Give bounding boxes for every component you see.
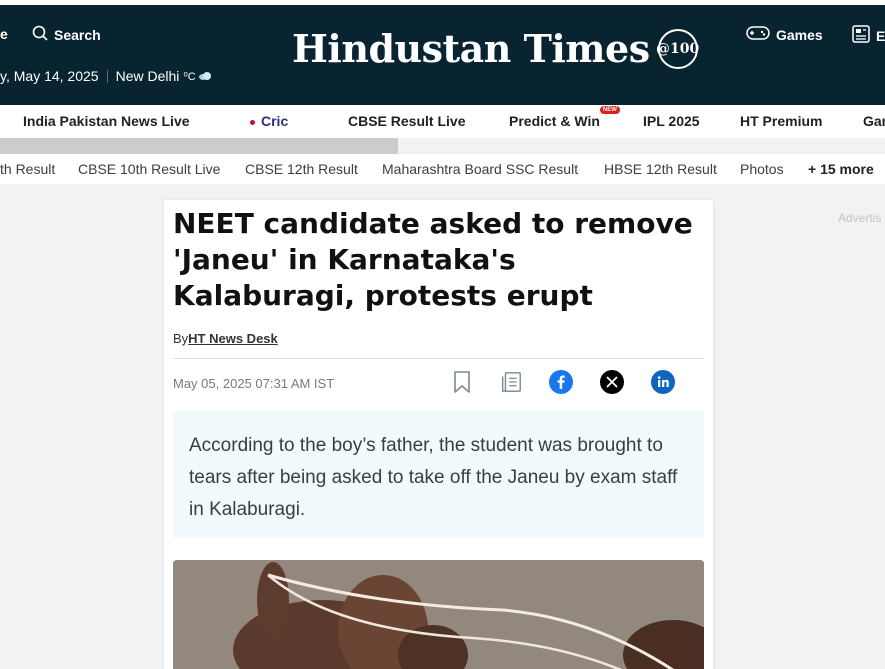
nav-item-ht-premium[interactable]: HT Premium	[740, 113, 822, 129]
games-label: Games	[776, 26, 823, 43]
nav2-item-maharashtra-ssc[interactable]: Maharashtra Board SSC Result	[382, 161, 578, 177]
site-logo[interactable]: Hindustan Times @100	[292, 26, 699, 71]
city-text: New Delhi	[115, 68, 180, 84]
newspaper-icon	[852, 25, 870, 46]
date-location: y, May 14, 2025 New Delhi ⁰C	[0, 68, 212, 84]
date-text: y, May 14, 2025	[0, 68, 99, 84]
nav2-item-cbse-10th[interactable]: CBSE 10th Result Live	[78, 161, 220, 177]
nav-scroll-thumb[interactable]	[0, 138, 399, 154]
nav-item-predict-win[interactable]: Predict & Win NEW	[509, 106, 620, 129]
nav-item-cricket[interactable]: Cric	[250, 113, 288, 129]
logo-text: Hindustan Times	[292, 26, 650, 71]
copy-icon[interactable]	[499, 370, 523, 394]
article-summary: According to the boy’s father, the stude…	[173, 411, 704, 538]
cloud-icon	[198, 68, 212, 84]
separator	[106, 69, 108, 83]
article-headline: NEET candidate asked to remove 'Janeu' i…	[173, 207, 693, 312]
gamepad-icon	[746, 25, 770, 44]
divider	[173, 358, 704, 359]
site-header: e Search y, May 14, 2025 New Delhi ⁰C Hi…	[0, 5, 885, 105]
nav-scroll-track[interactable]	[0, 138, 885, 154]
nav2-item-cbse-12th[interactable]: CBSE 12th Result	[245, 161, 358, 177]
search-button[interactable]: Search	[32, 25, 101, 44]
byline-prefix: By	[173, 331, 189, 346]
temperature-unit: ⁰C	[183, 70, 196, 83]
nav2-item-hbse-12th[interactable]: HBSE 12th Result	[604, 161, 717, 177]
nav-item-ipl-2025[interactable]: IPL 2025	[643, 113, 700, 129]
logo-badge: @100	[656, 29, 699, 69]
facebook-icon[interactable]	[549, 370, 573, 394]
search-icon	[32, 25, 48, 44]
secondary-nav: th Result CBSE 10th Result Live CBSE 12t…	[0, 154, 885, 184]
nav-item-cbse-result-live[interactable]: CBSE Result Live	[348, 113, 465, 129]
epaper-button[interactable]: E	[852, 25, 885, 46]
publish-date: May 05, 2025 07:31 AM IST	[173, 376, 335, 391]
linkedin-icon[interactable]	[651, 370, 675, 394]
nav2-item-photos[interactable]: Photos	[740, 161, 784, 177]
new-badge: NEW	[599, 106, 620, 114]
nav2-item-partial-result[interactable]: th Result	[0, 161, 55, 177]
author-link[interactable]: HT News Desk	[188, 331, 278, 346]
nav-item-games-partial[interactable]: Gam	[863, 113, 885, 129]
bookmark-icon[interactable]	[450, 370, 474, 394]
search-label: Search	[54, 26, 101, 43]
more-button[interactable]: + 15 more	[808, 161, 874, 177]
header-partial-left[interactable]: e	[0, 26, 8, 42]
article-card: NEET candidate asked to remove 'Janeu' i…	[164, 200, 713, 669]
thread-photo-illustration	[173, 560, 704, 669]
x-icon[interactable]	[600, 370, 624, 394]
primary-nav: India Pakistan News Live Cric CBSE Resul…	[0, 105, 885, 138]
byline: ByHT News Desk	[173, 331, 278, 346]
advertisement-label: Advertis	[838, 211, 882, 225]
epaper-label: E	[876, 27, 885, 44]
games-button[interactable]: Games	[746, 25, 823, 44]
nav-item-india-pakistan[interactable]: India Pakistan News Live	[23, 113, 190, 129]
live-dot-icon	[250, 119, 255, 125]
article-image[interactable]	[173, 560, 704, 669]
